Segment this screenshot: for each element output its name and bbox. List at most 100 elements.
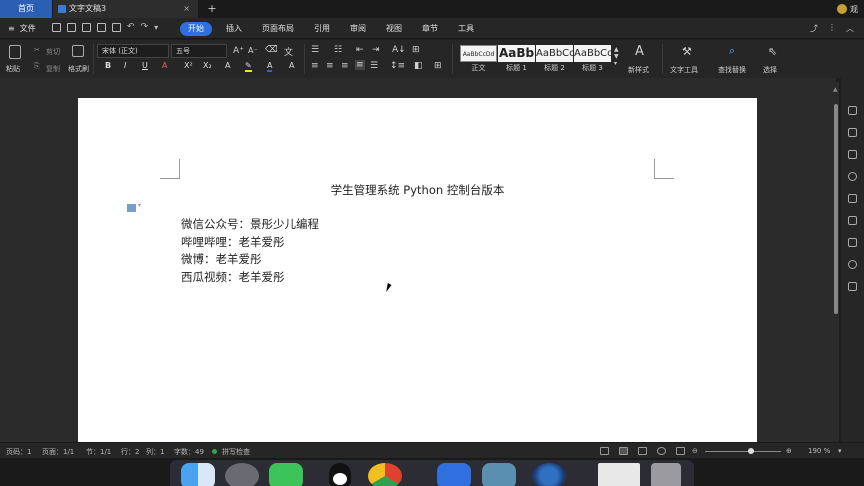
document-line[interactable]: 西瓜视频：老羊爱彤 <box>181 269 285 285</box>
tab-review[interactable]: 审阅 <box>340 22 376 36</box>
focus-mode-icon[interactable] <box>600 447 609 455</box>
select-button[interactable]: 选择 <box>763 65 777 75</box>
tab-references[interactable]: 引用 <box>304 22 340 36</box>
tab-chapter[interactable]: 章节 <box>412 22 448 36</box>
paste-icon[interactable] <box>9 45 21 59</box>
distributed-icon[interactable]: ☰ <box>370 61 378 71</box>
share-icon[interactable]: ⤴ <box>810 23 818 34</box>
subscript-icon[interactable]: X₂ <box>203 61 212 70</box>
increase-indent-icon[interactable]: ⇥ <box>372 45 380 55</box>
page-view-icon[interactable] <box>619 447 628 455</box>
open-folder-icon[interactable] <box>52 23 61 32</box>
paste-button[interactable]: 粘贴 <box>6 64 20 74</box>
file-menu[interactable]: ≡ 文件 <box>8 18 36 39</box>
style-heading-3[interactable]: AaBbCc <box>574 45 611 62</box>
new-tab-button[interactable]: + <box>205 0 219 18</box>
undo-icon[interactable]: ↶ <box>127 23 135 32</box>
cut-icon[interactable]: ✂ <box>34 46 40 54</box>
decrease-indent-icon[interactable]: ⇤ <box>356 45 364 55</box>
tab-tools[interactable]: 工具 <box>448 22 484 36</box>
tab-start[interactable]: 开始 <box>180 21 212 36</box>
tab-document[interactable]: 文字文稿3 × <box>53 0 198 18</box>
underline-icon[interactable]: U <box>142 61 148 70</box>
wps-office-icon[interactable] <box>437 463 471 486</box>
customize-toolbar-icon[interactable]: ▾ <box>154 23 158 32</box>
numbered-list-icon[interactable]: ☷ <box>334 45 342 55</box>
char-border-icon[interactable]: A <box>289 61 294 70</box>
chevron-down-icon[interactable]: ▾ <box>838 447 842 455</box>
style-normal[interactable]: AaBbCcDd <box>460 45 497 62</box>
new-style-icon[interactable]: A <box>635 44 644 59</box>
qq-penguin-icon[interactable] <box>323 463 357 486</box>
format-painter-button[interactable]: 格式刷 <box>68 64 89 74</box>
copy-button[interactable]: 复制 <box>46 64 60 74</box>
launchpad-rocket-icon[interactable] <box>225 463 259 486</box>
collapse-ribbon-icon[interactable]: ︿ <box>846 23 854 34</box>
find-replace-button[interactable]: 查找替换 <box>718 65 746 75</box>
copy-icon[interactable]: ⎘ <box>34 62 40 71</box>
show-marks-icon[interactable]: ⊞ <box>412 45 420 55</box>
settings-sliders-icon[interactable] <box>848 238 857 247</box>
align-center-icon[interactable]: ≡ <box>326 61 334 71</box>
font-size-select[interactable]: 五号 <box>171 44 227 58</box>
text-effect-icon[interactable]: A <box>225 61 230 70</box>
vertical-scrollbar[interactable]: ▲ <box>833 82 839 442</box>
find-replace-icon[interactable]: ⌕ <box>729 44 735 58</box>
zoom-slider-handle[interactable] <box>748 448 754 454</box>
superscript-icon[interactable]: X² <box>184 61 193 70</box>
document-page[interactable]: 学生管理系统 Python 控制台版本 ▾ 微信公众号：景彤少儿编程 哔哩哔哩：… <box>78 98 757 442</box>
clear-format-icon[interactable]: ⌫ <box>265 45 278 55</box>
document-thumbnail-icon[interactable] <box>598 463 640 486</box>
history-icon[interactable] <box>848 260 857 269</box>
fill-bucket-icon[interactable] <box>848 150 857 159</box>
font-name-select[interactable]: 宋体 (正文) <box>97 44 169 58</box>
close-tab-icon[interactable]: × <box>183 0 190 18</box>
phonetic-guide-icon[interactable]: 文 <box>284 45 293 58</box>
zoom-level[interactable]: 190 % <box>808 447 830 455</box>
scrollbar-thumb[interactable] <box>834 104 838 314</box>
style-heading-2[interactable]: AaBbCc <box>536 45 573 62</box>
tab-insert[interactable]: 插入 <box>216 22 252 36</box>
finder-icon[interactable] <box>181 463 215 486</box>
reading-mode-icon[interactable] <box>676 447 685 455</box>
shrink-font-icon[interactable]: A⁻ <box>248 46 258 55</box>
more-options-icon[interactable]: ⋮ <box>828 23 836 34</box>
grow-font-icon[interactable]: A⁺ <box>233 46 244 56</box>
justify-icon[interactable]: ≡ <box>355 60 365 70</box>
text-tools-button[interactable]: 文字工具 <box>670 65 698 75</box>
highlight-icon[interactable]: ✎ <box>245 61 252 72</box>
tab-page-layout[interactable]: 页面布局 <box>252 22 304 36</box>
zoom-slider[interactable] <box>705 451 781 452</box>
document-workspace[interactable]: 学生管理系统 Python 控制台版本 ▾ 微信公众号：景彤少儿编程 哔哩哔哩：… <box>0 78 836 442</box>
bold-icon[interactable]: B <box>105 61 111 70</box>
new-style-button[interactable]: 新样式 <box>628 65 649 75</box>
zoom-in-icon[interactable]: ⊕ <box>786 447 792 455</box>
document-title-text[interactable]: 学生管理系统 Python 控制台版本 <box>78 182 757 198</box>
pointer-icon[interactable] <box>848 194 857 203</box>
print-preview-icon[interactable] <box>112 23 121 32</box>
chevron-down-icon[interactable]: ▾ <box>138 202 141 209</box>
spell-check-button[interactable]: 拼写检查 <box>222 447 250 457</box>
font-color-icon[interactable]: A <box>267 61 273 72</box>
text-tools-icon[interactable]: ⚒ <box>682 45 692 58</box>
save-icon[interactable] <box>67 23 76 32</box>
align-right-icon[interactable]: ≡ <box>341 61 349 71</box>
export-pdf-icon[interactable] <box>82 23 91 32</box>
scroll-up-icon[interactable]: ▲ <box>833 86 838 93</box>
sort-icon[interactable]: A↓ <box>392 45 406 55</box>
tab-view[interactable]: 视图 <box>376 22 412 36</box>
document-line[interactable]: 微信公众号：景彤少儿编程 <box>181 216 319 232</box>
style-heading-1[interactable]: AaBb <box>498 45 535 62</box>
styles-scroll-icon[interactable]: ▲ ▼ ▾ <box>614 46 619 67</box>
shading-icon[interactable]: ◧ <box>414 61 423 71</box>
trash-icon[interactable] <box>651 463 681 486</box>
align-left-icon[interactable]: ≡ <box>311 61 319 71</box>
document-line[interactable]: 哔哩哔哩：老羊爱彤 <box>181 234 285 250</box>
wechat-icon[interactable] <box>269 463 303 486</box>
select-pointer-icon[interactable]: ⇖ <box>768 45 777 58</box>
screen-saver-icon[interactable] <box>532 463 566 486</box>
outline-view-icon[interactable] <box>638 447 647 455</box>
web-view-icon[interactable] <box>657 447 666 455</box>
status-word-count[interactable]: 字数：49 <box>174 447 204 457</box>
print-icon[interactable] <box>97 23 106 32</box>
